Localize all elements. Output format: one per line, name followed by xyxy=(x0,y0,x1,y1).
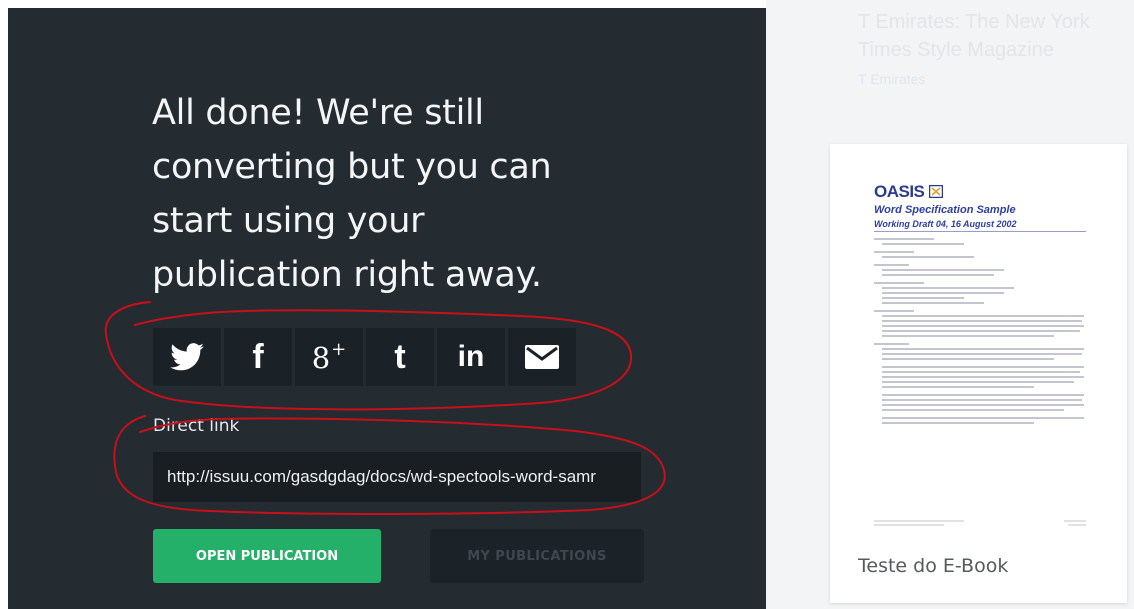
twitter-icon xyxy=(170,343,204,371)
direct-link-label: Direct link xyxy=(153,416,240,436)
publication-card[interactable]: OASIS Word Specification Sample Working … xyxy=(830,144,1127,603)
thumbnail-text-lines xyxy=(874,231,1086,526)
open-publication-button[interactable]: OPEN PUBLICATION xyxy=(153,529,381,583)
share-buttons: f 8+ t in xyxy=(153,328,576,386)
tumblr-icon: t xyxy=(394,338,406,376)
linkedin-icon: in xyxy=(457,340,485,373)
publication-thumbnail[interactable]: OASIS Word Specification Sample Working … xyxy=(854,174,1104,540)
share-facebook-button[interactable]: f xyxy=(224,328,292,386)
publication-title[interactable]: Teste do E-Book xyxy=(858,555,1008,577)
faded-publication-subtitle: T Emirates xyxy=(858,71,926,87)
oasis-logo: OASIS xyxy=(874,182,943,202)
completion-message: All done! We're still converting but you… xyxy=(152,93,552,295)
thumbnail-doc-title: Word Specification Sample xyxy=(874,204,1016,216)
facebook-icon: f xyxy=(252,338,264,376)
faded-publication-title: T Emirates: The New York Times Style Mag… xyxy=(858,11,1090,61)
thumbnail-doc-subtitle: Working Draft 04, 16 August 2002 xyxy=(874,219,1017,229)
share-google-plus-button[interactable]: 8+ xyxy=(295,328,363,386)
google-plus-icon: 8+ xyxy=(311,339,347,375)
share-email-button[interactable] xyxy=(508,328,576,386)
direct-link-input[interactable] xyxy=(153,452,641,502)
envelope-icon xyxy=(525,345,559,369)
share-tumblr-button[interactable]: t xyxy=(366,328,434,386)
share-linkedin-button[interactable]: in xyxy=(437,328,505,386)
faded-publication-card: T Emirates: The New York Times Style Mag… xyxy=(858,8,1098,87)
oasis-mark-icon xyxy=(928,184,943,199)
my-publications-button[interactable]: MY PUBLICATIONS xyxy=(430,529,644,583)
left-border xyxy=(0,0,8,609)
share-twitter-button[interactable] xyxy=(153,328,221,386)
